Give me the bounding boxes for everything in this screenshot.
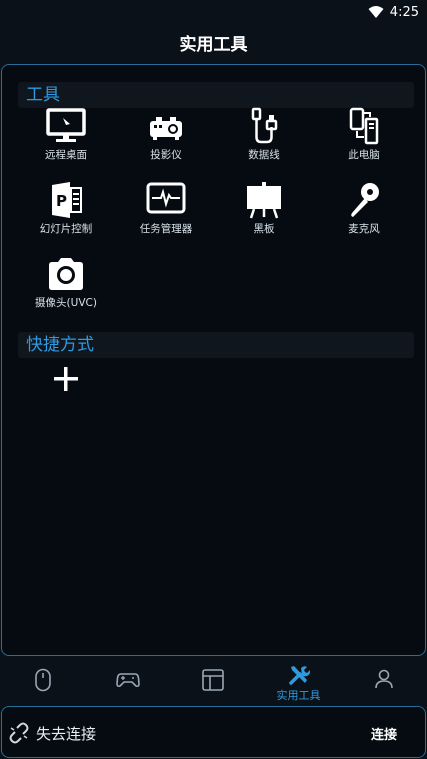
tool-label: 数据线 (248, 149, 280, 161)
tool-remote-desktop[interactable]: 远程桌面 (20, 107, 112, 167)
tool-label: 麦克风 (348, 223, 380, 235)
tool-blackboard[interactable]: 黑板 (218, 181, 310, 241)
microphone-icon (351, 183, 379, 217)
usb-cable-icon (251, 107, 278, 144)
mouse-icon (34, 668, 51, 692)
powerpoint-icon: P (52, 182, 82, 218)
tool-label: 摄像头(UVC) (35, 297, 97, 309)
nav-tools-label: 实用工具 (276, 689, 321, 702)
wifi-icon (368, 6, 384, 18)
monitor-icon (46, 108, 86, 142)
main-panel: 工具 远程桌面 投影仪 数据线 此电脑 P 幻灯片控制 任务管理器 黑板 麦克风… (1, 64, 426, 656)
connection-status: 失去连接 (36, 725, 97, 743)
nav-profile[interactable] (341, 660, 426, 702)
tool-microphone[interactable]: 麦克风 (318, 181, 410, 241)
nav-layout[interactable] (170, 660, 255, 702)
tools-section-title: 工具 (18, 82, 414, 108)
tool-projector[interactable]: 投影仪 (120, 107, 212, 167)
status-time: 4:25 (389, 4, 419, 20)
user-icon (374, 669, 393, 689)
shortcuts-section-title: 快捷方式 (18, 332, 414, 358)
tools-icon (288, 666, 310, 685)
page-title: 实用工具 (179, 35, 248, 55)
tool-label: 投影仪 (150, 149, 182, 161)
computer-icon (349, 107, 379, 145)
nav-mouse[interactable] (0, 660, 85, 702)
tool-label: 远程桌面 (45, 149, 87, 161)
layout-icon (201, 669, 224, 691)
bottom-nav: 实用工具 (0, 660, 427, 702)
tool-label: 黑板 (253, 223, 275, 235)
plus-icon[interactable] (52, 365, 80, 393)
svg-text:P: P (56, 192, 67, 210)
blackboard-icon (247, 182, 281, 219)
projector-icon (150, 117, 182, 140)
tool-usb-cable[interactable]: 数据线 (218, 107, 310, 167)
tool-camera-uvc[interactable]: 摄像头(UVC) (20, 255, 112, 315)
tool-label: 此电脑 (348, 149, 380, 161)
connect-button[interactable]: 连接 (371, 724, 397, 743)
connection-bar: 失去连接 连接 (1, 706, 426, 758)
nav-tools[interactable]: 实用工具 (256, 660, 341, 702)
nav-gamepad[interactable] (85, 660, 170, 702)
tool-label: 幻灯片控制 (39, 223, 93, 235)
camera-icon (49, 258, 83, 290)
tool-label: 任务管理器 (139, 223, 193, 235)
tool-task-manager[interactable]: 任务管理器 (120, 181, 212, 241)
tool-this-pc[interactable]: 此电脑 (318, 107, 410, 167)
broken-link-icon (9, 722, 29, 744)
gamepad-icon (115, 673, 140, 688)
status-bar: 4:25 (0, 0, 427, 24)
tool-slide-control[interactable]: P 幻灯片控制 (20, 181, 112, 241)
task-manager-icon (146, 182, 186, 214)
